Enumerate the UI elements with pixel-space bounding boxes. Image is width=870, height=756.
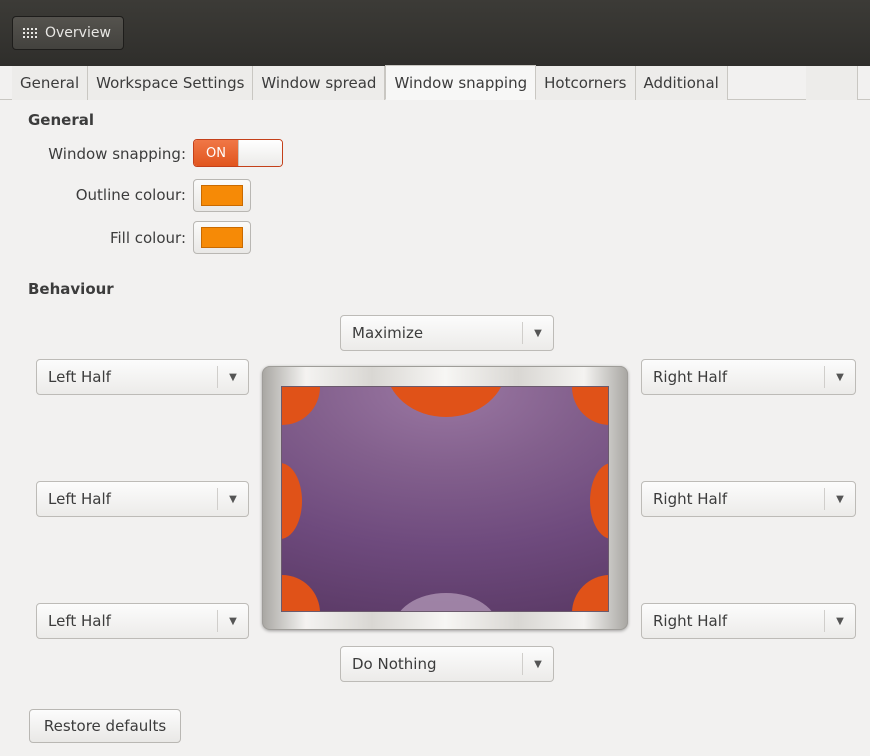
tab-window-spread[interactable]: Window spread (253, 66, 386, 100)
right-edge-action-select[interactable]: Right Half ▼ (641, 481, 856, 517)
bottom-right-hotspot (572, 575, 608, 611)
bottom-right-corner-action-value: Right Half (653, 612, 728, 630)
overview-label: Overview (45, 25, 111, 41)
bottom-left-corner-action-value: Left Half (48, 612, 111, 630)
chevron-down-icon: ▼ (534, 327, 542, 339)
bottom-left-corner-action-select[interactable]: Left Half ▼ (36, 603, 249, 639)
header-bar: Overview (0, 0, 870, 66)
top-left-hotspot (282, 387, 320, 425)
top-left-corner-action-value: Left Half (48, 368, 111, 386)
top-edge-action-select[interactable]: Maximize ▼ (340, 315, 554, 351)
top-edge-hotspot (386, 387, 506, 417)
tab-general[interactable]: General (12, 66, 89, 100)
outline-colour-swatch (201, 185, 243, 206)
tab-workspace-settings[interactable]: Workspace Settings (88, 66, 254, 100)
window-snapping-switch[interactable]: ON (193, 139, 283, 167)
chevron-down-icon: ▼ (836, 493, 844, 505)
top-left-corner-action-select[interactable]: Left Half ▼ (36, 359, 249, 395)
top-edge-action-value: Maximize (352, 324, 424, 342)
tab-hotcorners[interactable]: Hotcorners (536, 66, 636, 100)
apps-grid-icon (23, 28, 39, 38)
bottom-right-corner-action-select[interactable]: Right Half ▼ (641, 603, 856, 639)
chevron-down-icon: ▼ (836, 371, 844, 383)
fill-colour-label: Fill colour: (109, 229, 186, 247)
top-right-hotspot (572, 387, 608, 425)
top-right-corner-action-value: Right Half (653, 368, 728, 386)
fill-colour-swatch (201, 227, 243, 248)
bottom-edge-action-value: Do Nothing (352, 655, 437, 673)
overview-button[interactable]: Overview (12, 16, 124, 50)
outline-colour-button[interactable] (193, 179, 251, 212)
left-edge-hotspot (282, 463, 302, 539)
switch-knob (238, 140, 282, 166)
outline-colour-label: Outline colour: (75, 186, 186, 204)
left-edge-action-select[interactable]: Left Half ▼ (36, 481, 249, 517)
chevron-down-icon: ▼ (229, 493, 237, 505)
right-edge-hotspot (590, 463, 608, 539)
tab-window-snapping[interactable]: Window snapping (385, 65, 537, 100)
monitor-preview (262, 366, 628, 630)
top-right-corner-action-select[interactable]: Right Half ▼ (641, 359, 856, 395)
window-snapping-label: Window snapping: (48, 145, 186, 163)
right-edge-action-value: Right Half (653, 490, 728, 508)
left-edge-action-value: Left Half (48, 490, 111, 508)
bottom-left-hotspot (282, 575, 320, 611)
chevron-down-icon: ▼ (229, 615, 237, 627)
monitor-screen (281, 386, 609, 612)
chevron-down-icon: ▼ (229, 371, 237, 383)
general-heading: General (28, 111, 94, 129)
behaviour-heading: Behaviour (28, 280, 114, 298)
switch-on-label: ON (194, 140, 238, 166)
fill-colour-button[interactable] (193, 221, 251, 254)
chevron-down-icon: ▼ (836, 615, 844, 627)
bottom-edge-action-select[interactable]: Do Nothing ▼ (340, 646, 554, 682)
restore-defaults-button[interactable]: Restore defaults (29, 709, 181, 743)
tab-bar: General Workspace Settings Window spread… (0, 65, 870, 100)
chevron-down-icon: ▼ (534, 658, 542, 670)
bottom-edge-hotspot (394, 593, 498, 611)
tab-bar-filler (806, 66, 858, 100)
tab-additional[interactable]: Additional (635, 66, 728, 100)
